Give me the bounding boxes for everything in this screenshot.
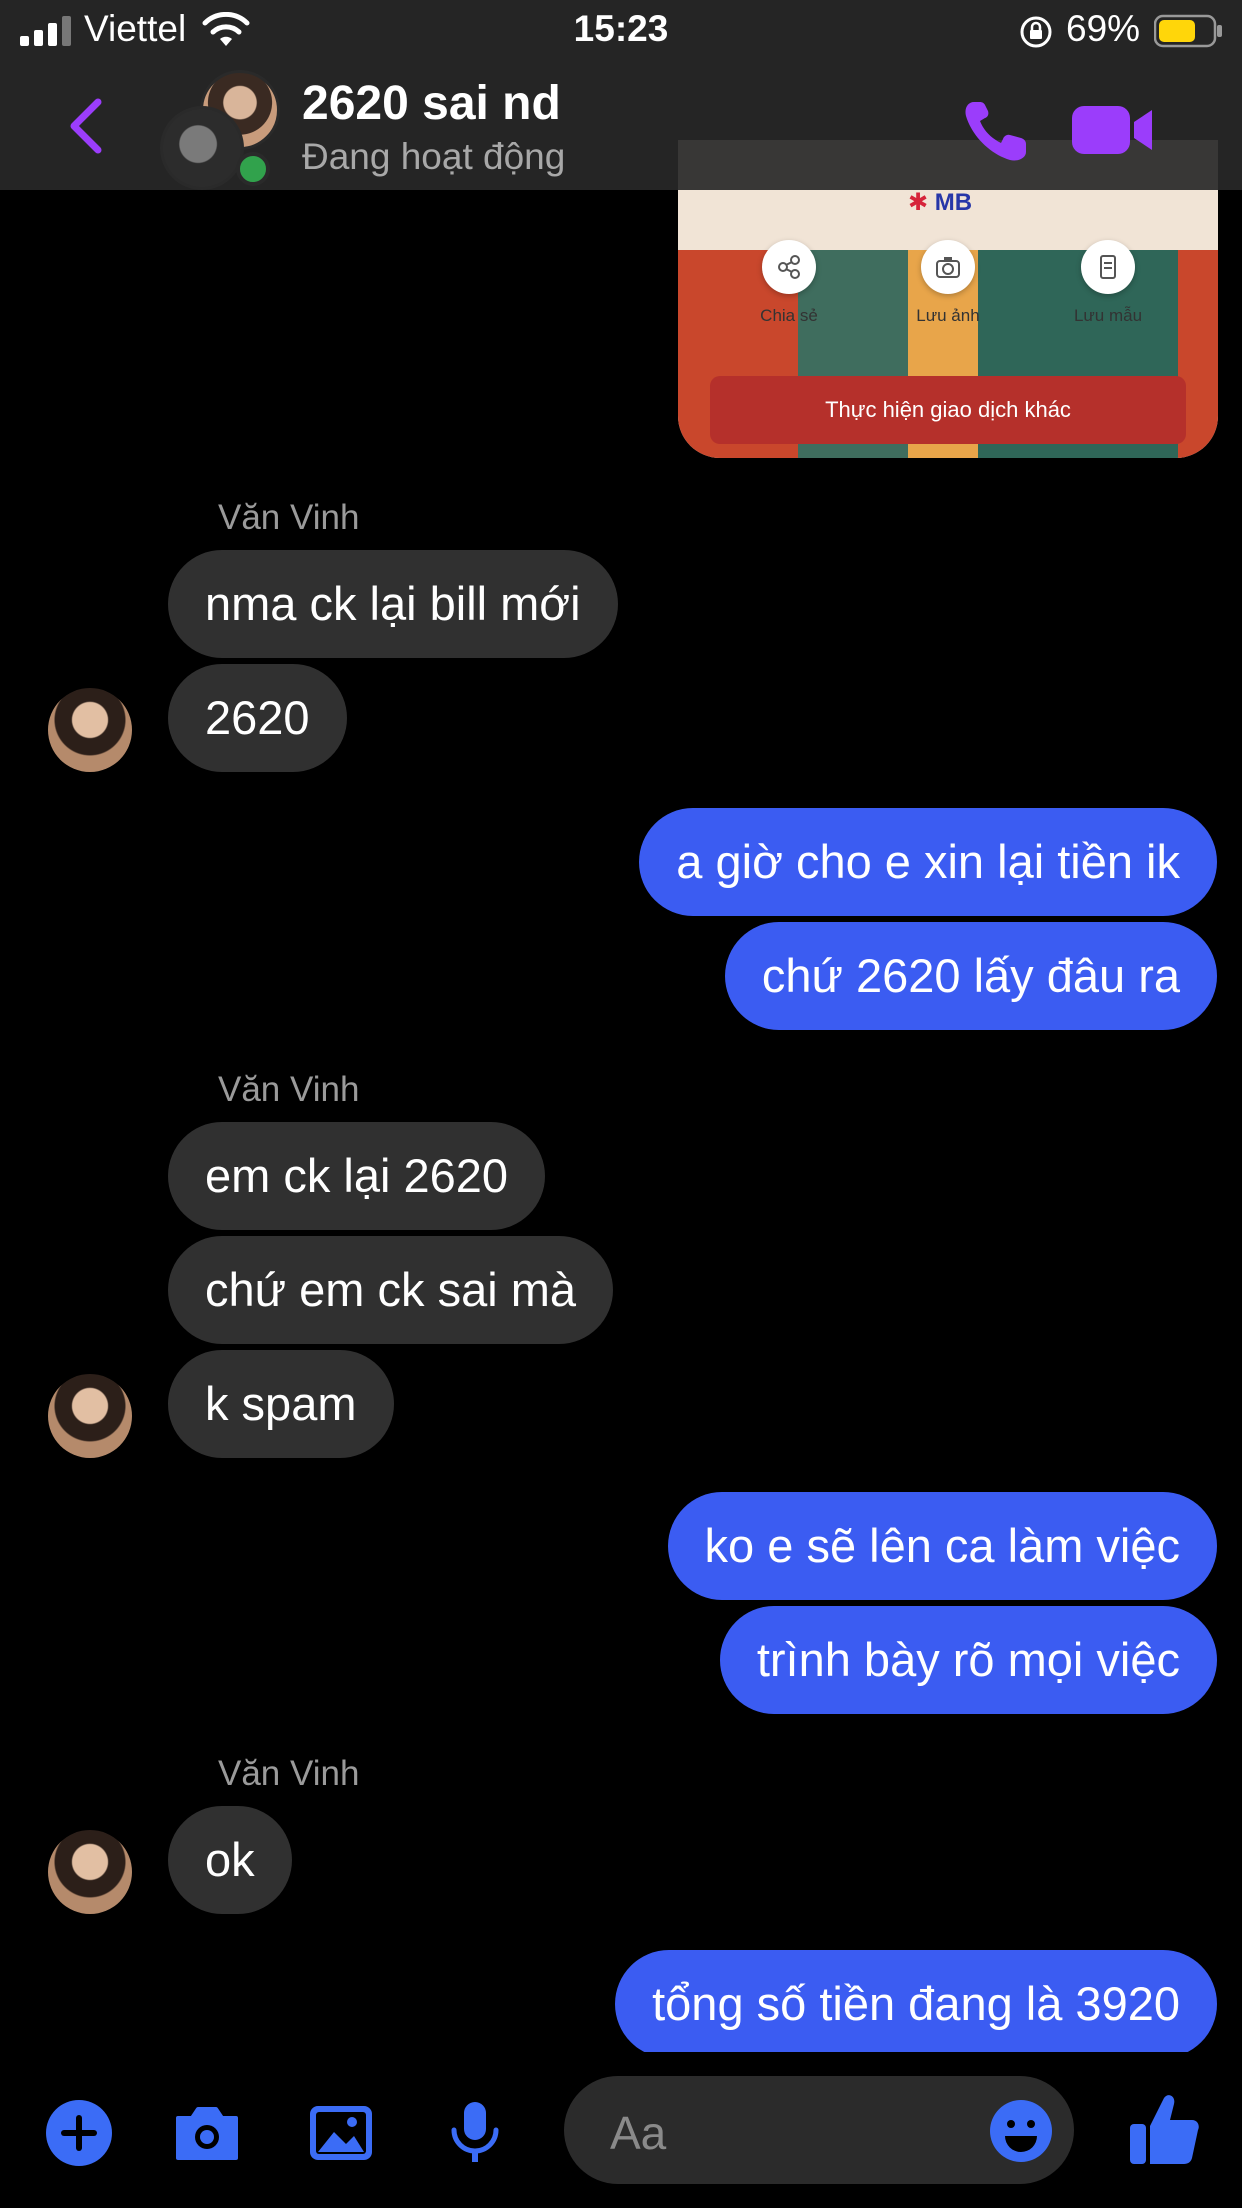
sender-avatar[interactable] <box>48 1830 132 1914</box>
input-placeholder: Aa <box>610 2107 667 2159</box>
message-outgoing[interactable]: chứ 2620 lấy đâu ra <box>724 922 1217 1030</box>
message-incoming[interactable]: k spam <box>168 1350 394 1458</box>
message-incoming[interactable]: chứ em ck sai mà <box>168 1236 613 1344</box>
active-status: Đang hoạt động <box>302 136 566 177</box>
message-outgoing[interactable]: ko e sẽ lên ca làm việc <box>667 1492 1217 1600</box>
save-image-label: Lưu ảnh <box>916 306 980 325</box>
save-template-label: Lưu mẫu <box>1073 306 1143 325</box>
message-outgoing[interactable]: a giờ cho e xin lại tiền ik <box>639 808 1217 916</box>
video-call-icon[interactable] <box>1070 100 1156 160</box>
status-bar: Viettel 15:23 69% <box>0 0 1242 62</box>
message-incoming[interactable]: em ck lại 2620 <box>168 1122 546 1230</box>
battery-icon <box>1154 14 1222 48</box>
plus-icon[interactable] <box>44 2098 114 2168</box>
message-incoming[interactable]: ok <box>168 1806 292 1914</box>
camera-icon[interactable] <box>172 2098 242 2168</box>
avatar <box>160 106 244 190</box>
rotation-lock-icon <box>1020 16 1052 48</box>
message-incoming[interactable]: 2620 <box>168 664 347 772</box>
sender-avatar[interactable] <box>48 1374 132 1458</box>
back-chevron-icon[interactable] <box>62 96 112 156</box>
sender-name: Văn Vinh <box>218 1070 360 1109</box>
share-label: Chia sẻ <box>760 306 818 325</box>
emoji-icon[interactable] <box>988 2098 1054 2164</box>
sender-name: Văn Vinh <box>218 1754 360 1793</box>
message-outgoing[interactable]: trình bày rõ mọi việc <box>719 1606 1217 1714</box>
save-image-action[interactable]: Lưu ảnh <box>863 240 1033 326</box>
thumbs-up-icon[interactable] <box>1128 2090 1200 2168</box>
sender-avatar[interactable] <box>48 688 132 772</box>
phone-call-icon[interactable] <box>960 96 1034 166</box>
chat-title[interactable]: 2620 sai nd <box>302 76 561 131</box>
gallery-icon[interactable] <box>306 2098 376 2168</box>
share-action[interactable]: Chia sẻ <box>704 240 874 326</box>
other-transaction-button[interactable]: Thực hiện giao dịch khác <box>710 376 1186 444</box>
message-outgoing[interactable]: tổng số tiền đang là 3920 <box>615 1950 1217 2058</box>
battery-percent: 69% <box>1066 8 1141 49</box>
group-avatar[interactable] <box>160 70 280 190</box>
camera-icon <box>921 240 975 294</box>
message-incoming[interactable]: nma ck lại bill mới <box>168 550 618 658</box>
save-template-action[interactable]: Lưu mẫu <box>1023 240 1193 326</box>
document-icon <box>1081 240 1135 294</box>
microphone-icon[interactable] <box>440 2098 510 2168</box>
sender-name: Văn Vinh <box>218 498 360 537</box>
share-icon <box>762 240 816 294</box>
clock: 15:23 <box>573 8 669 49</box>
online-indicator <box>236 152 270 186</box>
mb-logo: ✱ MB <box>908 189 973 216</box>
